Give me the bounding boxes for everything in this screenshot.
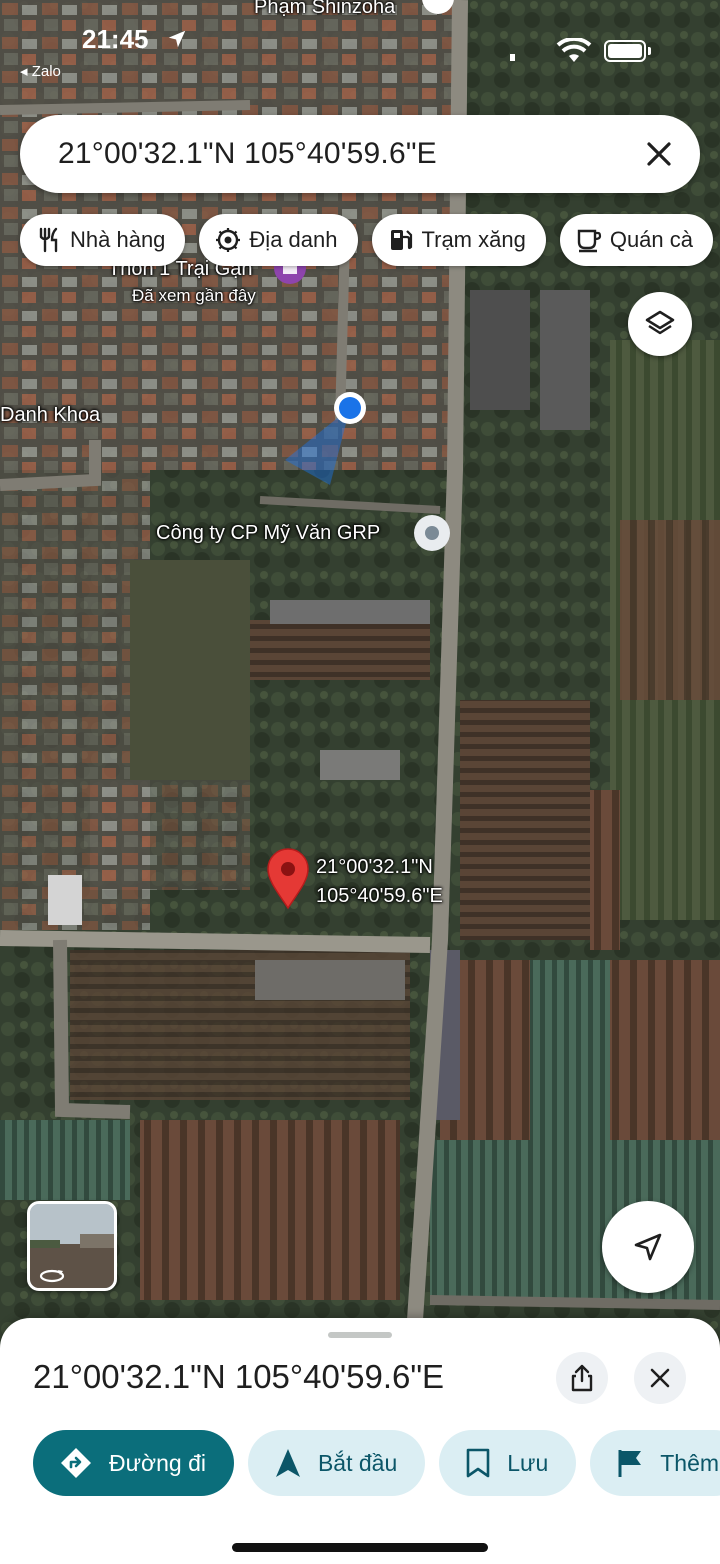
share-button[interactable]: [556, 1352, 608, 1404]
close-icon: [650, 1368, 670, 1388]
chip-gas-stations[interactable]: Trạm xăng: [371, 214, 546, 266]
category-chips: Nhà hàng Địa danh Trạm xăng Quán cà: [20, 214, 713, 266]
chip-label: Nhà hàng: [70, 227, 166, 252]
directions-button[interactable]: Đường đi: [33, 1430, 234, 1496]
flag-icon: [618, 1450, 642, 1477]
map-label-company[interactable]: Công ty CP Mỹ Văn GRP: [156, 522, 380, 545]
chip-restaurants[interactable]: Nhà hàng: [20, 214, 186, 266]
start-button[interactable]: Bắt đầu: [247, 1430, 426, 1496]
action-buttons: Đường đi Bắt đầu Lưu Thêm: [33, 1430, 720, 1496]
map-label-village-sub: Đã xem gần đây: [132, 286, 256, 305]
search-query[interactable]: 21°00'32.1"N 105°40'59.6"E: [58, 137, 437, 171]
home-indicator[interactable]: [232, 1543, 488, 1552]
chip-coffee[interactable]: Quán cà: [559, 214, 713, 266]
save-button[interactable]: Lưu: [439, 1430, 577, 1496]
pin-coordinate-line2: 105°40'59.6"E: [316, 885, 443, 907]
back-to-app-link[interactable]: ◂ Zalo: [20, 62, 61, 80]
more-label: Thêm: [660, 1449, 720, 1476]
battery-tip: [648, 47, 651, 55]
map-label-left-place[interactable]: Danh Khoa: [0, 404, 100, 427]
signal-dot-icon: [510, 54, 515, 61]
chip-label: Địa danh: [249, 227, 338, 252]
map-layers-button[interactable]: [628, 292, 692, 356]
landmark-icon: [216, 228, 241, 252]
bookmark-icon: [466, 1448, 490, 1478]
start-label: Bắt đầu: [317, 1449, 398, 1476]
gas-station-icon: [390, 230, 412, 250]
my-location-button[interactable]: [602, 1201, 694, 1293]
chip-landmarks[interactable]: Địa danh: [199, 214, 358, 266]
navigation-arrow-icon: [275, 1449, 300, 1477]
chip-label: Trạm xăng: [421, 227, 526, 252]
wifi-icon: [556, 38, 592, 62]
save-label: Lưu: [507, 1449, 549, 1476]
location-arrow-icon: [168, 30, 186, 48]
drag-handle[interactable]: [328, 1332, 392, 1338]
rotate-360-icon: [39, 1269, 65, 1283]
directions-icon: [61, 1448, 91, 1478]
coffee-icon: [577, 229, 601, 253]
restaurant-icon: [39, 227, 58, 253]
directions-label: Đường đi: [109, 1449, 206, 1476]
search-bar[interactable]: 21°00'32.1"N 105°40'59.6"E: [20, 115, 700, 193]
navigation-icon: [634, 1233, 662, 1261]
place-bottom-sheet[interactable]: 21°00'32.1"N 105°40'59.6"E Đường đi Bắt …: [0, 1318, 720, 1564]
clear-search-icon[interactable]: [640, 135, 678, 173]
close-sheet-button[interactable]: [634, 1352, 686, 1404]
layers-icon: [645, 310, 675, 335]
pin-coordinate-line1: 21°00'32.1"N: [316, 856, 433, 878]
more-button[interactable]: Thêm: [590, 1430, 720, 1496]
place-title: 21°00'32.1"N 105°40'59.6"E: [33, 1358, 445, 1395]
chip-label: Quán cà: [609, 227, 693, 252]
share-icon: [571, 1364, 593, 1392]
battery-icon: [604, 40, 646, 62]
map-label-top-place[interactable]: Phạm Shinzoha: [254, 0, 395, 19]
street-view-thumbnail[interactable]: [27, 1201, 117, 1291]
status-time: 21:45: [82, 24, 149, 54]
